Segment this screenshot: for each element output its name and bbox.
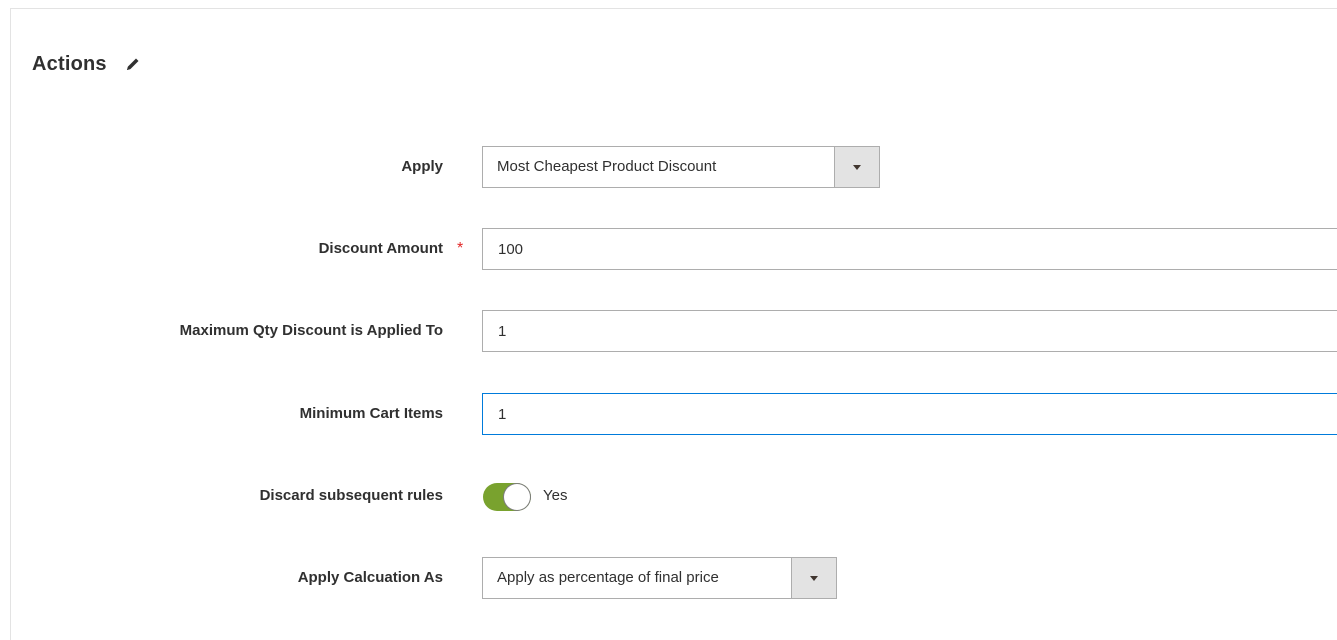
apply-calculation-select[interactable]: Apply as percentage of final price (482, 557, 837, 599)
pencil-icon[interactable] (123, 54, 143, 74)
field-row-apply-calculation: Apply Calcuation As Apply as percentage … (0, 557, 1337, 599)
field-row-max-qty: Maximum Qty Discount is Applied To (0, 310, 1337, 352)
section-title: Actions (32, 52, 107, 75)
toggle-knob (504, 484, 530, 510)
section-header: Actions (32, 50, 143, 78)
max-qty-label: Maximum Qty Discount is Applied To (179, 322, 443, 339)
field-row-apply: Apply Most Cheapest Product Discount (0, 146, 1337, 188)
apply-calculation-label: Apply Calcuation As (297, 569, 443, 586)
required-mark: * (457, 240, 464, 257)
discard-rules-toggle[interactable] (483, 483, 531, 511)
min-cart-items-label: Minimum Cart Items (299, 405, 443, 422)
discard-rules-toggle-text: Yes (543, 487, 568, 504)
discard-rules-label: Discard subsequent rules (259, 487, 443, 504)
field-row-discount-amount: Discount Amount * (0, 228, 1337, 270)
max-qty-input[interactable] (482, 310, 1337, 352)
field-row-min-cart-items: Minimum Cart Items (0, 393, 1337, 435)
field-row-discard-rules: Discard subsequent rules Yes (0, 475, 1337, 517)
apply-label: Apply (401, 158, 443, 175)
discount-amount-label: Discount Amount (318, 240, 443, 257)
chevron-down-icon[interactable] (791, 558, 836, 598)
section-top-divider (10, 8, 1337, 9)
arrow-glyph (853, 164, 861, 170)
discount-amount-input[interactable] (482, 228, 1337, 270)
min-cart-items-input[interactable] (482, 393, 1337, 435)
apply-select[interactable]: Most Cheapest Product Discount (482, 146, 880, 188)
arrow-glyph (810, 575, 818, 581)
apply-select-value: Most Cheapest Product Discount (497, 158, 717, 175)
apply-calculation-select-value: Apply as percentage of final price (497, 569, 719, 586)
chevron-down-icon[interactable] (834, 147, 879, 187)
actions-form-page: Actions Apply Most Cheapest Product Disc… (0, 0, 1337, 640)
